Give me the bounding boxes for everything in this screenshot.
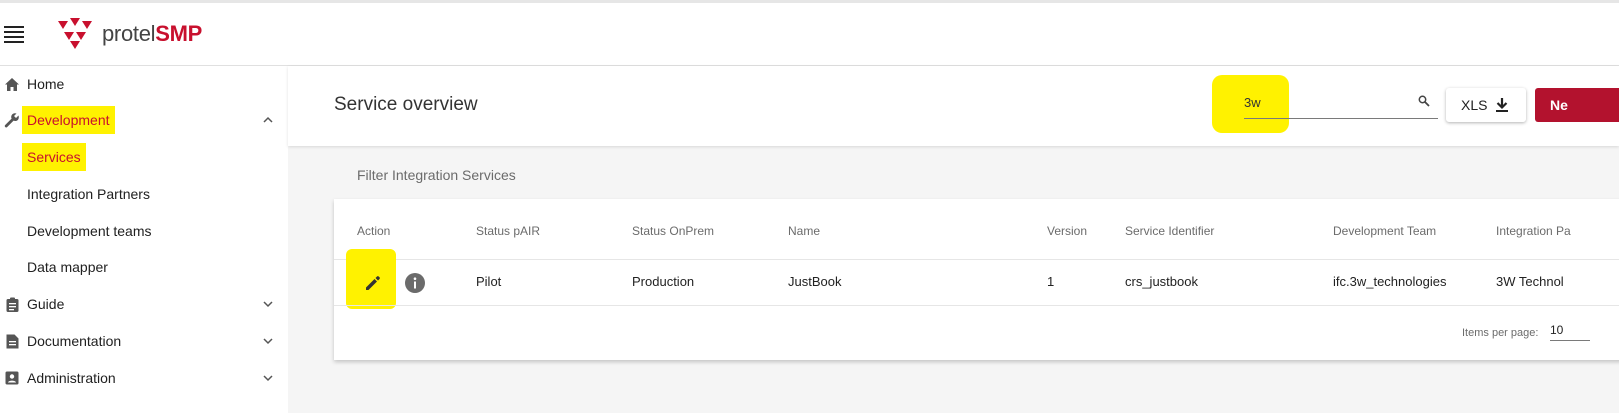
sidebar-item-guide[interactable]: Guide — [0, 286, 288, 322]
sidebar-item-label: Integration Partners — [27, 186, 150, 202]
title-bar: Service overview XLS Ne — [288, 66, 1619, 146]
sidebar-item-development[interactable]: Development — [0, 102, 288, 138]
document-icon — [4, 333, 20, 349]
cell-integration-partner: 3W Technol — [1496, 274, 1564, 289]
home-icon — [4, 76, 20, 92]
sidebar-item-home[interactable]: Home — [0, 66, 288, 102]
sidebar-item-administration[interactable]: Administration — [0, 360, 288, 396]
column-header-status-pair[interactable]: Status pAIR — [476, 224, 540, 238]
column-header-development-team[interactable]: Development Team — [1333, 224, 1436, 238]
sidebar: Home Development Services Integration Pa… — [0, 66, 288, 413]
new-service-label: Ne — [1550, 97, 1568, 113]
sidebar-item-label: Development — [22, 106, 115, 134]
cell-development-team: ifc.3w_technologies — [1333, 274, 1447, 289]
column-header-integration-partner[interactable]: Integration Pa — [1496, 224, 1571, 238]
search-field[interactable] — [1244, 90, 1438, 119]
sidebar-item-documentation[interactable]: Documentation — [0, 323, 288, 359]
column-header-name[interactable]: Name — [788, 224, 820, 238]
header-separator — [334, 259, 1619, 260]
sidebar-item-label: Administration — [27, 370, 116, 386]
filter-label[interactable]: Filter Integration Services — [357, 167, 516, 183]
main-content: Service overview XLS Ne Filter Integrati… — [288, 66, 1619, 413]
column-header-service-identifier[interactable]: Service Identifier — [1125, 224, 1214, 238]
clipboard-icon — [4, 296, 20, 312]
items-per-page-label: Items per page: — [1462, 327, 1539, 339]
cell-service-identifier: crs_justbook — [1125, 274, 1198, 289]
column-header-status-onprem[interactable]: Status OnPrem — [632, 224, 714, 238]
sidebar-item-label: Home — [27, 76, 65, 92]
app-header: protelSMP — [0, 3, 1619, 66]
sidebar-item-label: Development teams — [27, 223, 152, 239]
cell-status-onprem: Production — [632, 274, 695, 289]
chevron-down-icon — [263, 375, 273, 382]
export-xls-label: XLS — [1461, 97, 1488, 113]
sidebar-item-label: Data mapper — [27, 259, 108, 275]
sidebar-item-label: Documentation — [27, 333, 122, 349]
chevron-down-icon — [263, 338, 273, 345]
edit-button[interactable] — [357, 267, 389, 299]
logo[interactable]: protelSMP — [56, 17, 202, 51]
chevron-up-icon — [263, 116, 273, 123]
cell-name: JustBook — [788, 274, 842, 289]
hamburger-menu-icon[interactable] — [4, 26, 24, 43]
new-service-button[interactable]: Ne — [1535, 88, 1619, 122]
cell-status-pair: Pilot — [476, 274, 502, 289]
page-title: Service overview — [334, 94, 478, 115]
sidebar-item-label: Services — [22, 143, 86, 171]
wrench-icon — [4, 112, 20, 128]
services-table: Action Status pAIR Status OnPrem Name Ve… — [334, 199, 1619, 360]
download-icon — [1496, 98, 1508, 112]
row-separator — [334, 305, 1619, 306]
info-icon[interactable] — [405, 273, 425, 293]
sidebar-item-services[interactable]: Services — [0, 139, 288, 175]
sidebar-item-development-teams[interactable]: Development teams — [0, 213, 288, 249]
id-card-icon — [4, 370, 20, 386]
column-header-version[interactable]: Version — [1047, 224, 1087, 238]
sidebar-item-integration-partners[interactable]: Integration Partners — [0, 176, 288, 212]
logo-mark-icon — [58, 18, 92, 49]
chevron-down-icon — [263, 301, 273, 308]
logo-text: protelSMP — [102, 21, 203, 46]
items-per-page-select[interactable]: 10 — [1550, 323, 1590, 341]
sidebar-item-label: Guide — [27, 296, 65, 312]
sidebar-item-data-mapper[interactable]: Data mapper — [0, 249, 288, 285]
export-xls-button[interactable]: XLS — [1446, 88, 1526, 122]
pencil-icon — [366, 276, 380, 290]
search-icon[interactable] — [1418, 95, 1430, 107]
search-input[interactable] — [1244, 90, 1414, 110]
column-header-action: Action — [357, 224, 391, 238]
cell-version: 1 — [1047, 274, 1055, 289]
